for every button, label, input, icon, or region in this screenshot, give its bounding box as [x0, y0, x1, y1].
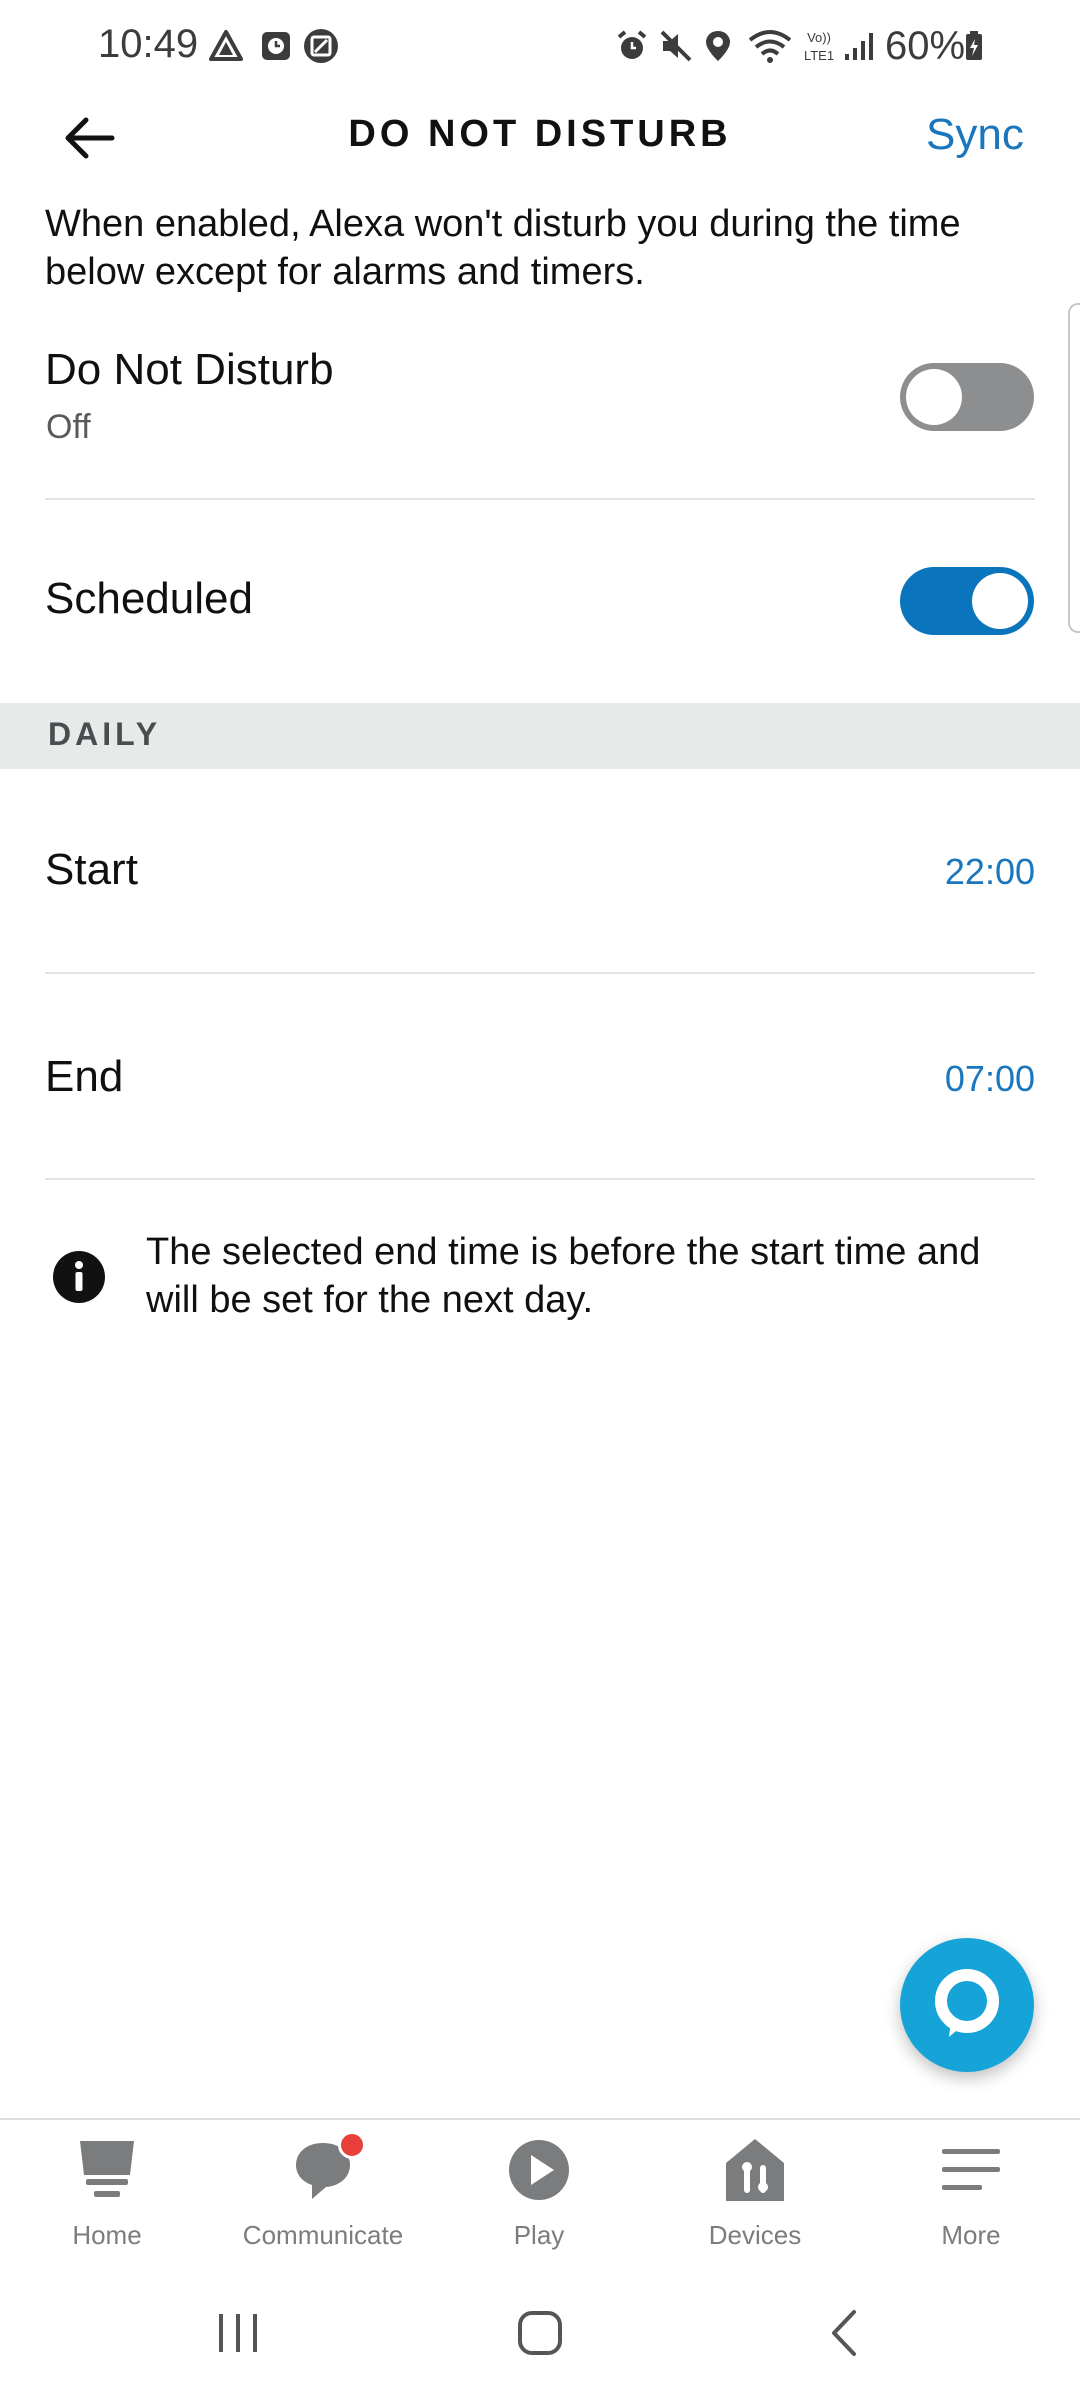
dnd-toggle[interactable]	[900, 363, 1034, 431]
start-time-value: 22:00	[944, 851, 1035, 892]
battery-percent: 60%	[885, 24, 966, 68]
nav-home[interactable]: Home	[7, 2135, 207, 2251]
alexa-button[interactable]	[900, 1938, 1034, 2072]
description-text: When enabled, Alexa won't disturb you du…	[45, 203, 961, 293]
wifi-icon	[746, 26, 794, 66]
end-time-value: 07:00	[944, 1058, 1035, 1099]
volte-icon: Vo)) LTE1	[798, 26, 840, 66]
nav-communicate[interactable]: Communicate	[223, 2131, 423, 2251]
back-system-button[interactable]	[820, 2308, 870, 2363]
nav-more-label: More	[941, 2220, 1001, 2250]
play-icon	[504, 2135, 574, 2210]
info-message: The selected end time is before the star…	[146, 1231, 981, 1321]
toggle-knob	[972, 573, 1028, 629]
devices-icon	[720, 2135, 790, 2210]
status-bar: 10:49 Vo)) LTE1 60%	[0, 0, 1080, 95]
start-time-row[interactable]: Start 22:00	[0, 769, 1080, 973]
nav-home-label: Home	[72, 2220, 142, 2250]
info-icon	[52, 1250, 106, 1309]
scheduled-toggle[interactable]	[900, 567, 1034, 635]
signal-icon	[842, 26, 878, 66]
recent-apps-button[interactable]	[213, 2308, 263, 2363]
edge-panel-handle[interactable]	[1068, 303, 1080, 633]
nav-communicate-label: Communicate	[242, 2220, 404, 2250]
alarm-icon	[612, 26, 652, 66]
svg-text:Vo)): Vo))	[807, 30, 831, 45]
location-icon	[700, 26, 736, 66]
clock-app-icon	[256, 26, 296, 66]
svg-text:LTE1: LTE1	[804, 48, 834, 63]
notification-badge	[338, 2131, 366, 2159]
page-title: DO NOT DISTURB	[348, 113, 732, 155]
dnd-label: Do Not Disturb	[45, 345, 334, 394]
start-label: Start	[45, 845, 138, 894]
scheduled-label: Scheduled	[45, 574, 253, 623]
divider	[45, 498, 1035, 500]
nav-play[interactable]: Play	[439, 2135, 639, 2251]
gallery-icon	[300, 26, 342, 66]
menu-icon	[936, 2135, 1006, 2210]
drive-icon	[206, 26, 246, 66]
section-header	[0, 703, 1080, 769]
battery-icon	[962, 26, 986, 66]
toggle-knob	[906, 369, 962, 425]
home-system-button[interactable]	[515, 2308, 565, 2363]
nav-devices[interactable]: Devices	[655, 2135, 855, 2251]
dnd-status: Off	[46, 408, 91, 446]
nav-devices-label: Devices	[708, 2220, 802, 2250]
divider	[45, 1178, 1035, 1180]
status-time: 10:49	[98, 22, 199, 66]
chat-icon	[288, 2131, 366, 2210]
mute-icon	[656, 26, 696, 66]
alexa-icon	[925, 1961, 1009, 2050]
end-time-row[interactable]: End 07:00	[0, 974, 1080, 1178]
section-label-daily: DAILY	[48, 716, 162, 752]
nav-more[interactable]: More	[871, 2135, 1071, 2251]
sync-button[interactable]: Sync	[926, 110, 1024, 160]
home-icon	[72, 2135, 142, 2210]
end-label: End	[45, 1052, 124, 1101]
nav-play-label: Play	[513, 2220, 565, 2250]
